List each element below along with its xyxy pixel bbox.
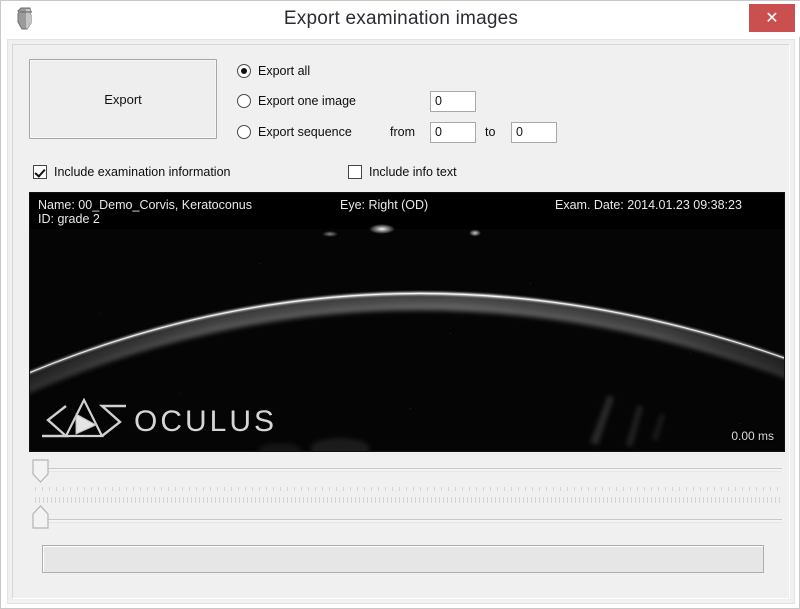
oculus-mark-icon (38, 397, 130, 445)
radio-all-indicator[interactable] (237, 64, 251, 78)
close-button[interactable]: ✕ (749, 4, 795, 32)
preview-patient-id: ID: grade 2 (38, 212, 100, 226)
checkbox-include-info-text[interactable]: Include info text (348, 163, 457, 181)
page-title: Export examination images (283, 8, 519, 29)
preview-patient-name: Name: 00_Demo_Corvis, Keratoconus (38, 198, 252, 212)
oculus-logo: OCULUS (38, 397, 278, 445)
checkbox-exam-info-indicator[interactable] (33, 165, 47, 179)
checkbox-exam-info-label: Include examination information (54, 165, 231, 179)
radio-one-image-indicator[interactable] (237, 94, 251, 108)
radio-export-all[interactable]: Export all (237, 61, 310, 81)
to-label: to (485, 125, 496, 139)
sequence-slider-track[interactable] (35, 519, 782, 523)
radio-sequence-label: Export sequence (258, 125, 352, 139)
frame-slider-ticks-lower (35, 497, 783, 504)
export-button[interactable]: Export (29, 59, 217, 139)
checkbox-info-text-indicator[interactable] (348, 165, 362, 179)
checkbox-include-exam-info[interactable]: Include examination information (33, 163, 231, 181)
sequence-to-input[interactable]: 0 (511, 122, 557, 143)
radio-sequence-indicator[interactable] (237, 125, 251, 139)
export-progress-bar (42, 545, 764, 573)
slider-tick-gap (780, 497, 783, 504)
one-image-index-input[interactable]: 0 (430, 91, 476, 112)
radio-all-label: Export all (258, 64, 311, 78)
export-dialog-window: Export examination images ✕ Export Expor… (0, 0, 800, 609)
radio-one-image-label: Export one image (258, 94, 356, 108)
frame-slider-track[interactable] (35, 468, 782, 472)
checkbox-info-text-label: Include info text (369, 165, 457, 179)
sequence-from-input[interactable]: 0 (430, 122, 476, 143)
radio-export-one-image[interactable]: Export one image (237, 91, 356, 111)
oculus-wordmark: OCULUS (134, 404, 278, 438)
title-bar: Export examination images ✕ (1, 1, 800, 37)
frame-slider-handle[interactable] (32, 459, 49, 483)
from-label: from (390, 125, 415, 139)
radio-export-sequence[interactable]: Export sequence (237, 122, 352, 142)
slider-tick-gap (778, 487, 783, 494)
preview-eye: Eye: Right (OD) (340, 198, 429, 212)
frame-slider-ticks-upper (35, 487, 783, 494)
examination-image-preview[interactable]: Name: 00_Demo_Corvis, Keratoconus ID: gr… (29, 192, 785, 452)
preview-time-readout: 0.00 ms (731, 429, 774, 443)
preview-exam-date: Exam. Date: 2014.01.23 09:38:23 (555, 198, 742, 212)
sequence-slider-handle[interactable] (32, 505, 49, 529)
